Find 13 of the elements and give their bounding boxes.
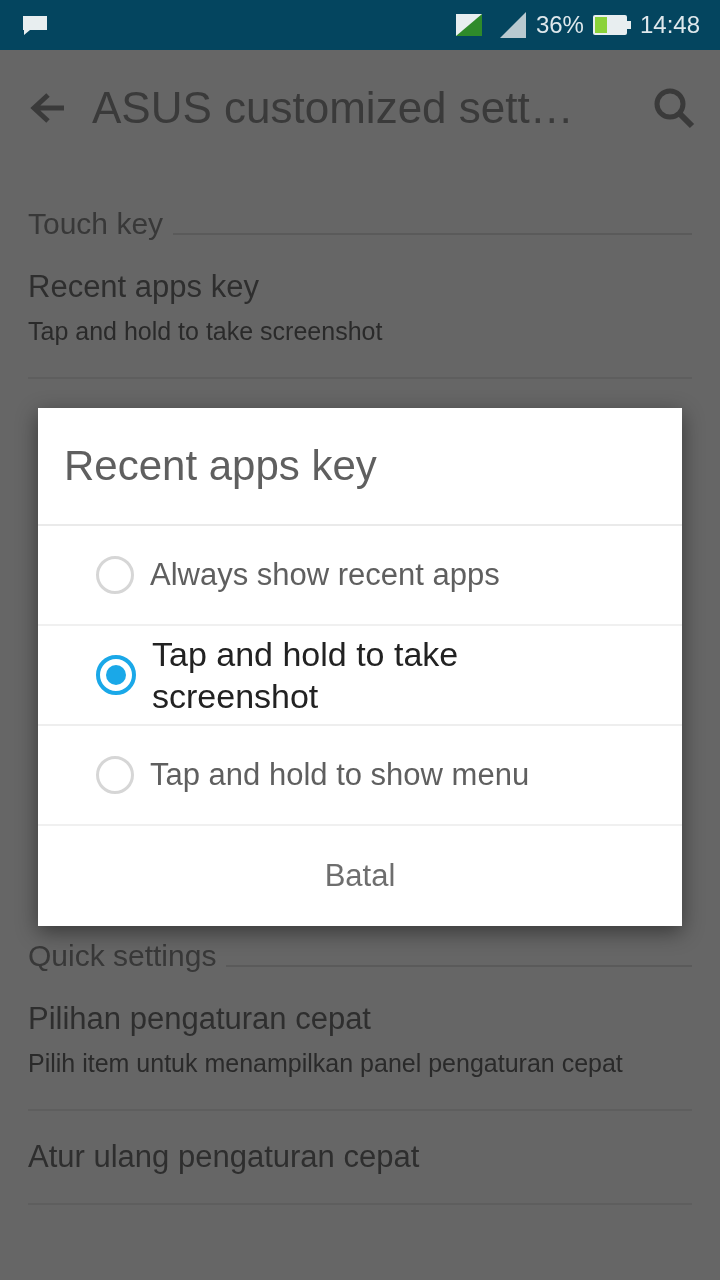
cancel-button[interactable]: Batal (38, 826, 682, 926)
radio-button[interactable] (96, 655, 136, 695)
radio-option[interactable]: Always show recent apps (38, 526, 682, 626)
message-icon (20, 13, 50, 37)
clock: 14:48 (639, 11, 700, 39)
radio-button[interactable] (96, 756, 134, 794)
battery-percentage: 36% (535, 11, 584, 39)
radio-button[interactable] (96, 556, 134, 594)
radio-option[interactable]: Tap and hold to show menu (38, 726, 682, 826)
radio-option[interactable]: Tap and hold to take screenshot (38, 626, 682, 726)
setting-summary: Pilih item untuk menampilkan panel pengaturan cepat (28, 1047, 624, 1079)
setting-summary: Tap and hold to take screenshot (28, 316, 384, 347)
battery-icon (591, 13, 632, 37)
